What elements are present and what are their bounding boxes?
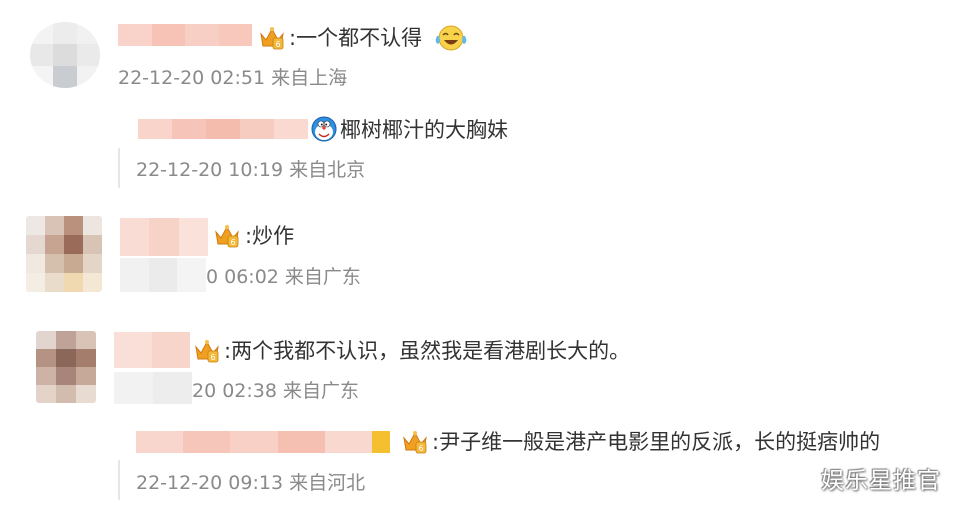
laughing-tears-emoji-icon bbox=[435, 25, 467, 51]
doraemon-emoji-icon bbox=[311, 116, 337, 142]
crown-badge-icon: 6 bbox=[403, 431, 427, 454]
reply-meta: 22-12-20 10:19 来自北京 bbox=[136, 159, 366, 181]
reply-meta: 22-12-20 09:13 来自河北 bbox=[136, 472, 366, 494]
comment-text: :一个都不认得 bbox=[289, 26, 423, 50]
comment-meta: 0 06:02 来自广东 bbox=[206, 266, 361, 288]
date-blurred bbox=[120, 258, 207, 292]
username-blurred[interactable] bbox=[118, 24, 252, 46]
badge-level: 6 bbox=[275, 40, 280, 49]
username-blurred[interactable] bbox=[138, 119, 308, 139]
crown-badge-icon: 6 bbox=[260, 27, 284, 50]
reply-text: 椰树椰汁的大胸妹 bbox=[340, 118, 508, 142]
avatar[interactable] bbox=[30, 22, 100, 88]
username-blurred[interactable] bbox=[120, 218, 208, 256]
comment-text: :炒作 bbox=[245, 224, 295, 248]
username-blurred[interactable] bbox=[114, 332, 190, 368]
avatar[interactable] bbox=[26, 216, 102, 292]
date-blurred bbox=[114, 372, 192, 404]
comment-meta: 22-12-20 02:51 来自上海 bbox=[118, 67, 348, 89]
reply-indicator bbox=[118, 460, 120, 500]
username-blurred[interactable] bbox=[136, 431, 391, 453]
comment-text: :两个我都不认识，虽然我是看港剧长大的。 bbox=[224, 339, 631, 363]
badge-level: 6 bbox=[230, 238, 235, 247]
badge-level: 6 bbox=[210, 353, 215, 362]
avatar[interactable] bbox=[36, 331, 96, 403]
watermark: 娱乐星推官 bbox=[821, 468, 941, 494]
reply-indicator bbox=[118, 148, 120, 188]
comment-meta: 20 02:38 来自广东 bbox=[192, 380, 360, 402]
badge-level: 6 bbox=[418, 444, 423, 453]
reply-text: :尹子维一般是港产电影里的反派，长的挺痞帅的 bbox=[432, 430, 881, 454]
crown-badge-icon: 6 bbox=[215, 225, 239, 248]
crown-badge-icon: 6 bbox=[195, 340, 219, 363]
